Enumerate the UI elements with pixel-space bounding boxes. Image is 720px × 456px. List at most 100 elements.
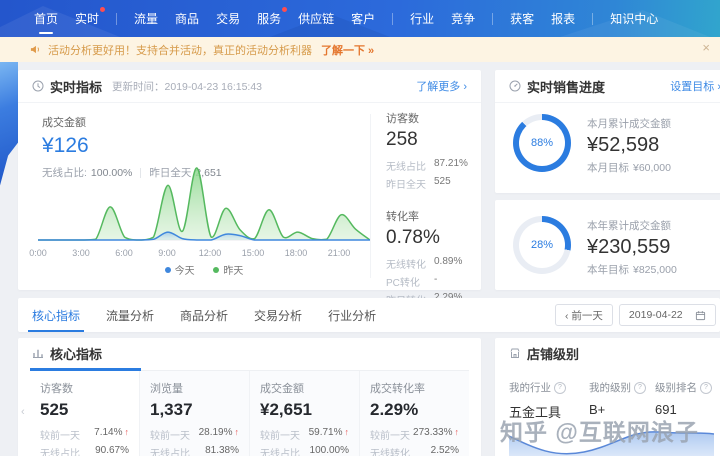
banner-text: 活动分析更好用！支持合并活动，真正的活动分析利器 xyxy=(48,44,312,57)
nav-item-home[interactable]: 首页 xyxy=(34,10,58,27)
row-value: 525 xyxy=(434,176,451,187)
nav-item-service[interactable]: 服务 xyxy=(257,7,288,27)
nav-item-supply-chain[interactable]: 供应链 xyxy=(298,10,334,27)
nav-divider xyxy=(592,12,594,25)
metric-label: 成交金额 xyxy=(42,117,86,129)
vertical-divider xyxy=(370,114,371,278)
card-value: ¥2,651 xyxy=(260,400,312,419)
metric-card-conversion[interactable]: 成交转化率 2.29% 较前一天 273.33% ↑ 无线转化 2.52% xyxy=(359,371,469,456)
nav-item-label: 实时 xyxy=(75,12,100,26)
tab-trade-analysis[interactable]: 交易分析 xyxy=(254,298,302,332)
x-axis-labels: 0:00 3:00 6:00 9:00 12:00 15:00 18:00 21… xyxy=(29,247,370,259)
dashboard-page: 首页 实时 流量 商品 交易 服务 供应链 客户 行业 竞争 获客 报表 知识中… xyxy=(0,0,720,456)
row-label: PC转化 xyxy=(386,278,420,289)
card-label: 成交金额 xyxy=(260,383,304,395)
panel-title: 实时指标 xyxy=(50,79,103,95)
target-value: ¥60,000 xyxy=(633,162,671,174)
set-target-link[interactable]: 设置目标 › xyxy=(670,78,720,94)
panel-title: 店铺级别 xyxy=(527,346,580,362)
card-label: 访客数 xyxy=(40,383,73,395)
card-value: 525 xyxy=(40,400,69,419)
legend-today[interactable]: 今天 xyxy=(164,266,195,277)
info-icon[interactable]: ? xyxy=(634,381,646,394)
metric-card-visitors[interactable]: 访客数 525 较前一天 7.14% ↑ 无线占比 90.67% xyxy=(30,371,139,456)
legend-dot-today xyxy=(164,267,171,273)
info-icon[interactable]: ? xyxy=(554,381,566,394)
background-decoration xyxy=(0,62,18,186)
tab-product-analysis[interactable]: 商品分析 xyxy=(180,298,228,332)
row-value: 90.67% xyxy=(95,445,129,456)
nav-item-reports[interactable]: 报表 xyxy=(551,10,575,27)
annual-progress-panel: 28% 本年累计成交金额 ¥230,559 本年目标 ¥825,000 xyxy=(495,200,720,290)
target-label: 本年目标 xyxy=(587,264,629,276)
row-label: 无线转化 xyxy=(370,449,410,456)
sales-progress-panel: 实时销售进度 设置目标 › 88% 本月累计成交金额 ¥52,598 本月目标 ¥… xyxy=(495,70,720,193)
month-progress-ring: 88% xyxy=(513,114,571,172)
row-value: - xyxy=(434,274,438,285)
chart-legend: 今天 昨天 xyxy=(38,262,370,277)
info-icon[interactable]: ? xyxy=(700,381,712,394)
tab-traffic-analysis[interactable]: 流量分析 xyxy=(106,298,154,332)
progress-value: ¥52,598 xyxy=(587,134,660,156)
prev-day-button[interactable]: ‹ 前一天 xyxy=(555,304,613,326)
row-value: 0.89% xyxy=(434,256,463,267)
card-value: 2.29% xyxy=(370,400,419,419)
target-value: ¥825,000 xyxy=(633,264,677,276)
nav-item-industry[interactable]: 行业 xyxy=(410,10,434,27)
metric-card-gmv[interactable]: 成交金额 ¥2,651 较前一天 59.71% ↑ 无线占比 100.00% xyxy=(249,371,359,456)
target-label: 本月目标 xyxy=(587,162,629,174)
col-label: 我的行业 xyxy=(509,382,551,394)
row-label: 较前一天 xyxy=(40,431,80,442)
panel-title: 实时销售进度 xyxy=(527,79,606,95)
legend-yesterday[interactable]: 昨天 xyxy=(213,266,243,277)
row-label: 较前一天 xyxy=(260,431,300,442)
nav-divider xyxy=(492,12,494,25)
card-value: 1,337 xyxy=(150,400,193,419)
analysis-tabs-bar: 核心指标 流量分析 商品分析 交易分析 行业分析 ‹ 前一天 2019-04-2… xyxy=(18,298,720,332)
gauge-icon xyxy=(509,80,521,92)
learn-more-link[interactable]: 了解更多 › xyxy=(416,78,467,94)
x-tick: 3:00 xyxy=(72,248,90,258)
carousel-prev-icon[interactable]: ‹ xyxy=(21,406,25,418)
nav-divider xyxy=(392,12,394,25)
tab-industry-analysis[interactable]: 行业分析 xyxy=(328,298,376,332)
nav-item-acquisition[interactable]: 获客 xyxy=(510,10,534,27)
x-tick: 12:00 xyxy=(198,248,222,258)
x-tick: 18:00 xyxy=(284,248,308,258)
active-card-indicator xyxy=(30,368,141,371)
nav-item-traffic[interactable]: 流量 xyxy=(134,10,158,27)
date-picker[interactable]: 2019-04-22 xyxy=(618,304,716,326)
clock-icon xyxy=(32,80,44,92)
legend-label: 昨天 xyxy=(223,266,244,277)
nav-item-competition[interactable]: 竞争 xyxy=(451,10,475,27)
metric-value: 0.78% xyxy=(386,227,440,248)
nav-item-products[interactable]: 商品 xyxy=(175,10,199,27)
tab-core-metrics[interactable]: 核心指标 xyxy=(27,298,85,332)
row-value: 59.71% xyxy=(308,427,343,438)
panel-title: 核心指标 xyxy=(50,346,103,362)
metric-card-pageviews[interactable]: 浏览量 1,337 较前一天 28.19% ↑ 无线占比 81.38% xyxy=(139,371,249,456)
row-value: 87.21% xyxy=(434,158,468,169)
nav-item-realtime[interactable]: 实时 xyxy=(75,7,106,27)
progress-value: ¥230,559 xyxy=(587,236,671,258)
row-value: 7.14% xyxy=(94,427,123,438)
metric-label: 访客数 xyxy=(386,113,419,125)
row-label: 无线占比 xyxy=(150,449,190,456)
banner-learn-more-link[interactable]: 了解一下 » xyxy=(321,42,374,58)
row-value: 28.19% xyxy=(198,427,233,438)
x-tick: 6:00 xyxy=(115,248,133,258)
nav-item-label: 服务 xyxy=(257,12,282,26)
nav-item-customers[interactable]: 客户 xyxy=(351,10,375,27)
row-label: 无线占比 xyxy=(386,162,426,173)
nav-item-knowledge-center[interactable]: 知识中心 xyxy=(610,10,658,27)
realtime-trend-chart: 0:00 3:00 6:00 9:00 12:00 15:00 18:00 21… xyxy=(29,156,371,277)
nav-item-trade[interactable]: 交易 xyxy=(216,10,240,27)
row-value: 100.00% xyxy=(309,445,349,456)
visitors-metric: 访客数 258 无线占比 87.21% 昨日全天 525 xyxy=(386,110,478,191)
close-icon[interactable]: × xyxy=(702,41,710,54)
new-badge-dot xyxy=(282,7,288,12)
row-label: 无线转化 xyxy=(386,260,426,271)
row-label: 昨日全天 xyxy=(386,180,426,191)
row-label: 无线占比 xyxy=(40,449,80,456)
row-value: 273.33% xyxy=(413,427,453,438)
